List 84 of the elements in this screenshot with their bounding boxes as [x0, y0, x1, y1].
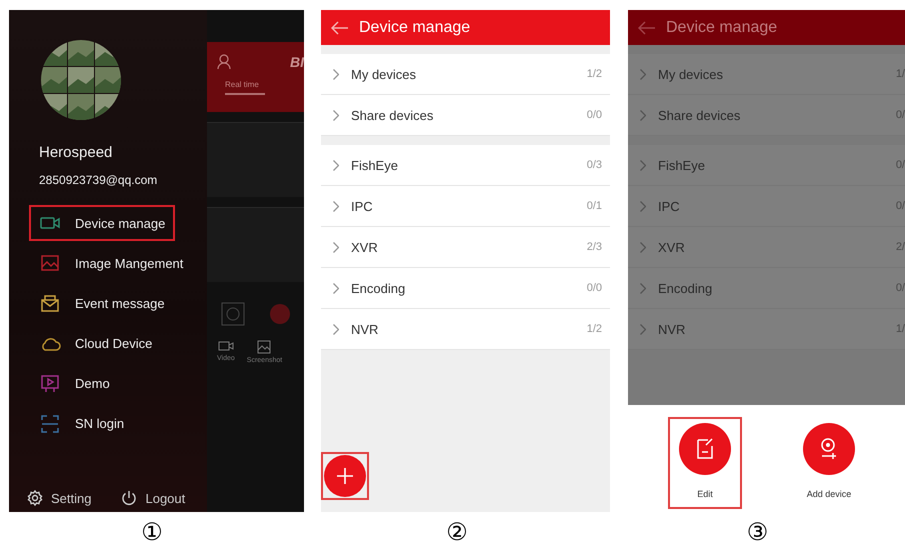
device-count: 1/2 — [586, 68, 602, 80]
action-button[interactable]: Add device — [792, 417, 866, 509]
user-name: Herospeed — [39, 144, 114, 161]
device-category-row[interactable]: My devices 1/2 — [321, 54, 610, 95]
app-title: BI — [290, 54, 304, 70]
step-number: ① — [141, 518, 163, 546]
category-name: NVR — [351, 322, 380, 336]
back-arrow-icon[interactable] — [331, 20, 349, 34]
device-count: 2/3 — [586, 241, 602, 253]
footer-label: Logout — [145, 490, 186, 506]
action-label: Add device — [806, 489, 852, 499]
category-name: Encoding — [658, 280, 714, 296]
user-icon — [217, 54, 231, 70]
footer-link[interactable]: Logout — [121, 490, 186, 506]
chevron-icon — [333, 110, 339, 120]
chevron-icon — [640, 68, 646, 80]
chevron-icon — [333, 242, 339, 252]
menu-item[interactable]: Cloud Device — [29, 325, 162, 361]
device-category-row[interactable]: Share devices 0/0 — [321, 95, 610, 136]
chevron-icon — [333, 160, 339, 170]
menu-label: Image Mangement — [75, 256, 184, 270]
add-button[interactable] — [321, 452, 369, 500]
device-category-row[interactable]: NVR 1/2 — [321, 309, 610, 350]
chevron-icon — [333, 282, 339, 294]
menu-label: Device manage — [75, 216, 166, 230]
screen-title: Device manage — [359, 18, 470, 36]
category-name: FishEye — [351, 158, 399, 172]
chevron-icon — [640, 110, 646, 120]
device-count: 1/2 — [586, 323, 602, 335]
menu-label: Event message — [75, 296, 165, 310]
step-number: ③ — [746, 518, 768, 546]
device-category-row[interactable]: XVR 2/3 — [321, 227, 610, 268]
chevron-icon — [640, 324, 646, 334]
add-icon — [324, 455, 366, 497]
menu-label: SN login — [75, 416, 124, 430]
chevron-icon — [640, 242, 646, 252]
edit-icon — [679, 423, 731, 475]
real-time-tab[interactable]: Real time — [225, 80, 265, 95]
chevron-icon — [640, 282, 646, 294]
chevron-icon — [333, 68, 339, 80]
action-button[interactable]: Edit — [668, 417, 742, 509]
menu-item[interactable]: Device manage — [29, 205, 176, 241]
menu-label: Demo — [75, 376, 110, 390]
chevron-icon — [333, 200, 339, 212]
category-name: FishEye — [658, 158, 706, 172]
settings-icon — [27, 490, 43, 506]
device-category-row[interactable]: IPC 0/1 — [321, 186, 610, 227]
action-label: Edit — [697, 489, 713, 499]
menu-item[interactable]: Demo — [29, 365, 120, 401]
category-name: IPC — [351, 198, 374, 214]
add-camera-icon — [803, 423, 855, 475]
category-name: XVR — [351, 240, 379, 254]
category-name: Encoding — [351, 280, 406, 296]
category-name: Share devices — [351, 108, 434, 122]
menu-item[interactable]: Event message — [29, 285, 175, 321]
footer-label: Setting — [51, 490, 92, 506]
category-name: Share devices — [658, 108, 742, 122]
menu-item[interactable]: SN login — [29, 405, 134, 441]
category-name: My devices — [658, 66, 724, 82]
chevron-icon — [640, 200, 646, 212]
device-count: 0/1 — [586, 200, 602, 212]
category-name: NVR — [658, 322, 686, 336]
menu-label: Cloud Device — [75, 336, 152, 350]
category-name: IPC — [658, 198, 681, 214]
category-name: XVR — [658, 240, 686, 254]
screen-title: Device manage — [666, 18, 778, 36]
screenshot-icon — [257, 340, 272, 354]
record-icon — [269, 303, 291, 325]
device-count: 0/0 — [586, 282, 602, 294]
power-icon — [121, 490, 138, 506]
footer-link[interactable]: Setting — [27, 490, 92, 506]
back-arrow-icon[interactable] — [638, 20, 656, 34]
menu-item[interactable]: Image Mangement — [29, 245, 194, 281]
device-count: 0/3 — [586, 159, 602, 171]
device-category-row[interactable]: Encoding 0/0 — [321, 268, 610, 309]
step-number: ② — [446, 518, 468, 546]
user-email: 2850923739@qq.com — [39, 173, 158, 187]
chevron-icon — [640, 160, 646, 170]
device-category-row[interactable]: FishEye 0/3 — [321, 145, 610, 186]
device-count: 0/0 — [586, 109, 602, 121]
chevron-icon — [333, 324, 339, 334]
timer-icon — [221, 302, 245, 326]
video-icon — [218, 340, 234, 352]
category-name: My devices — [351, 66, 418, 82]
